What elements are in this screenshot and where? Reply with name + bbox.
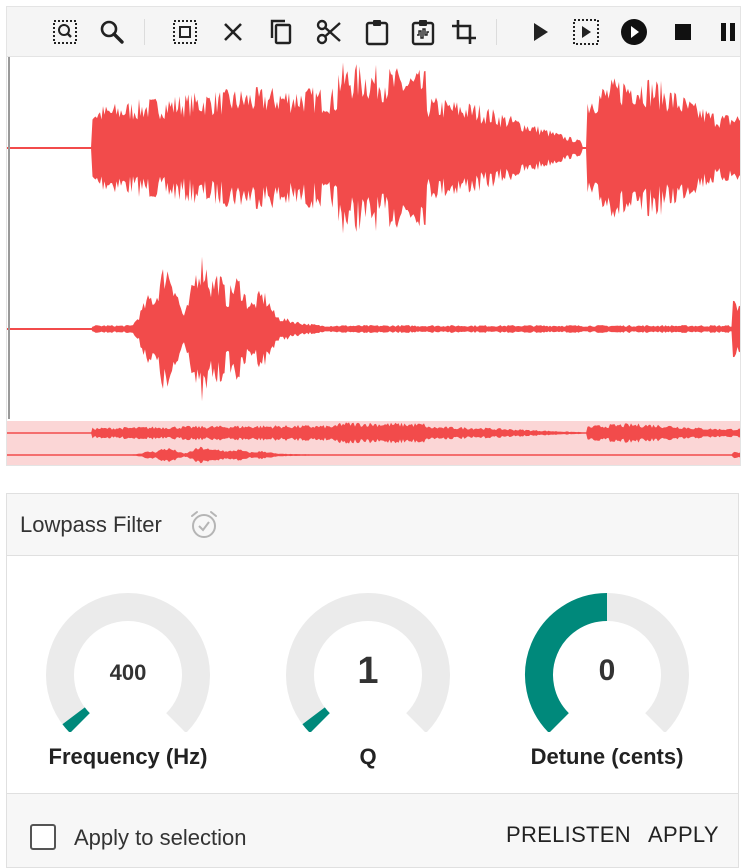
panel-footer: Apply to selection PRELISTEN APPLY <box>7 793 738 867</box>
q-value: 1 <box>357 650 379 692</box>
panel-title: Lowpass Filter <box>20 511 162 537</box>
cut-button[interactable] <box>314 17 344 47</box>
delete-button[interactable] <box>218 17 248 47</box>
copy-icon <box>270 19 292 45</box>
crop-icon <box>452 20 476 44</box>
detune-label: Detune (cents) <box>530 744 684 769</box>
waveform-channel-left[interactable] <box>7 62 741 234</box>
delete-icon <box>224 23 242 41</box>
frequency-knob[interactable]: 400 Frequency (Hz) <box>43 592 213 782</box>
pause-icon <box>721 23 735 41</box>
waveform-channel-right[interactable] <box>7 256 741 402</box>
stop-button[interactable] <box>668 17 698 47</box>
q-knob[interactable]: 1 Q <box>283 592 453 782</box>
apply-to-selection-label[interactable]: Apply to selection <box>74 825 246 851</box>
crop-button[interactable] <box>449 17 479 47</box>
frequency-value: 400 <box>109 660 147 685</box>
waveform-overview[interactable] <box>7 421 741 466</box>
play-button[interactable] <box>525 17 555 47</box>
editor-toolbar <box>6 6 741 56</box>
record-icon <box>621 19 647 45</box>
toolbar-divider <box>496 19 497 45</box>
panel-header: Lowpass Filter <box>7 494 738 556</box>
detune-knob[interactable]: 0 Detune (cents) <box>522 592 692 782</box>
knob-row: 400 Frequency (Hz) 1 Q 0 Detune (cents) <box>7 556 738 794</box>
select-all-button[interactable] <box>170 17 200 47</box>
zoom-button[interactable] <box>97 17 127 47</box>
play-selection-icon <box>573 19 599 45</box>
prelisten-button[interactable]: PRELISTEN <box>506 822 631 848</box>
q-label: Q <box>359 744 377 769</box>
play-icon <box>534 23 548 41</box>
playhead-cursor[interactable] <box>8 57 10 419</box>
cut-icon <box>316 19 341 45</box>
frequency-label: Frequency (Hz) <box>48 744 208 769</box>
record-button[interactable] <box>619 17 649 47</box>
zoom-icon <box>100 20 124 44</box>
paste-mix-button[interactable] <box>408 17 438 47</box>
apply-button[interactable]: APPLY <box>648 822 719 848</box>
pause-button[interactable] <box>713 17 741 47</box>
paste-icon <box>365 20 389 46</box>
filter-panel: Lowpass Filter 400 Frequency (Hz) 1 Q 0 … <box>6 493 739 868</box>
paste-button[interactable] <box>362 17 392 47</box>
stop-icon <box>675 24 691 40</box>
select-all-icon <box>173 20 197 44</box>
apply-to-selection-checkbox[interactable] <box>30 824 56 850</box>
toolbar-divider <box>144 19 145 45</box>
waveform-view[interactable] <box>6 56 741 466</box>
waveform-canvas[interactable] <box>7 57 741 466</box>
zoom-selection-button[interactable] <box>50 17 80 47</box>
copy-button[interactable] <box>266 17 296 47</box>
alarm-check-icon[interactable] <box>188 509 220 541</box>
zoom-selection-icon <box>53 20 77 44</box>
play-selection-button[interactable] <box>571 17 601 47</box>
paste-mix-icon <box>411 20 435 46</box>
detune-value: 0 <box>598 654 616 687</box>
